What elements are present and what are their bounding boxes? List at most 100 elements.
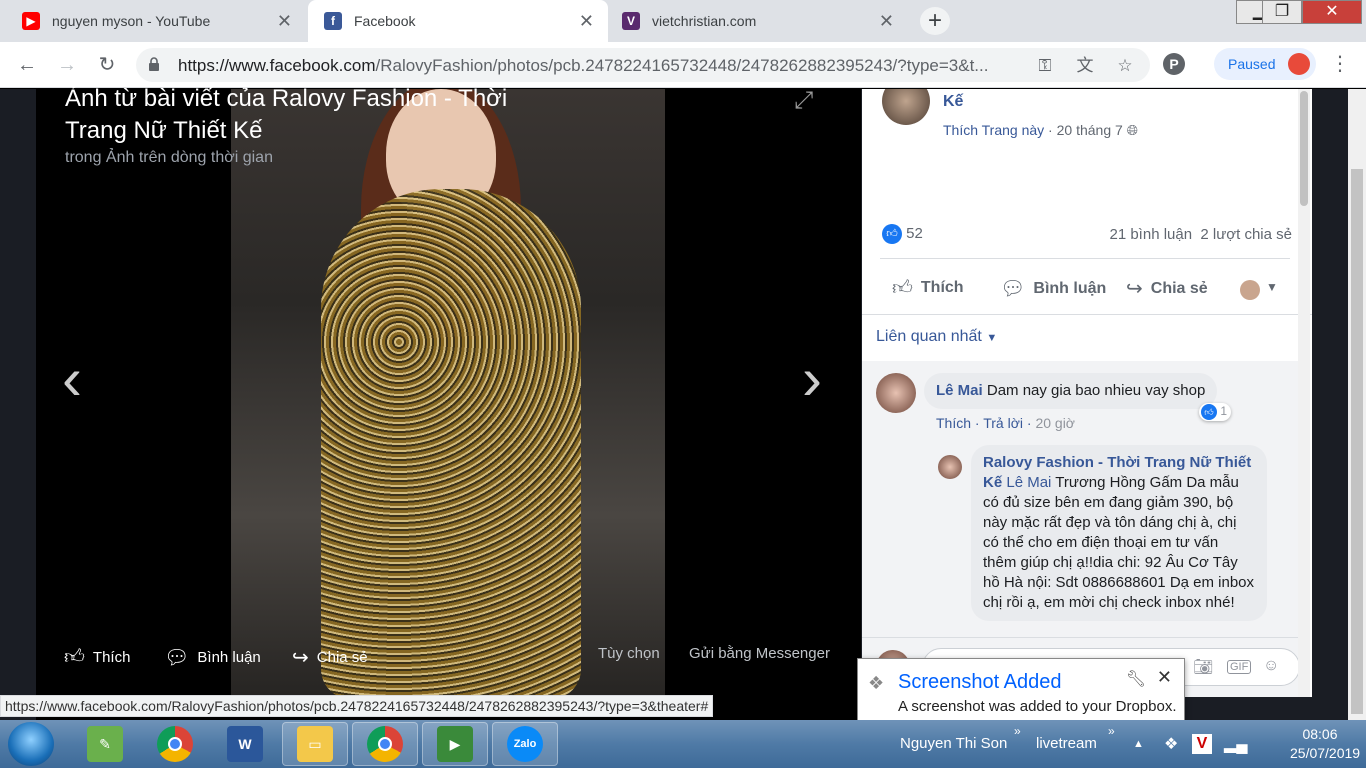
taskbar-app-chrome[interactable]: [142, 722, 208, 766]
facebook-icon: f: [324, 12, 342, 30]
page-avatar[interactable]: [882, 89, 930, 125]
photo-comment-button[interactable]: 💬︎ Bình luận: [164, 645, 261, 670]
key-icon[interactable]: ⚿: [1034, 55, 1056, 77]
label: Chia sẻ: [316, 649, 368, 666]
taskbar-app-chrome-active[interactable]: [352, 722, 418, 766]
camera-icon[interactable]: 📷︎: [1193, 657, 1213, 677]
photo-action-bar: 👍︎ Thích 💬︎ Bình luận ↪ Chia sẻ Tùy chọn Gử…: [36, 645, 861, 673]
photo-title: Ảnh từ bài viết của Ralovy Fashion - Thờ…: [65, 85, 508, 144]
share-count[interactable]: 2 lượt chia sẻ: [1200, 226, 1292, 243]
label: Chia sẻ: [1150, 279, 1208, 297]
expand-icon[interactable]: ⤢: [794, 87, 813, 115]
comment-meta: Thích · Trả lời · 20 giờ: [936, 415, 1075, 431]
tray-toolbar-user[interactable]: Nguyen Thi Son: [900, 735, 1007, 752]
comment-sort-dropdown[interactable]: Liên quan nhất ▼: [876, 328, 997, 346]
globe-icon: 🌐︎: [1126, 122, 1138, 138]
browser-toolbar: ← → ↻ https://www.facebook.com/RalovyFas…: [0, 42, 1366, 88]
scroll-thumb[interactable]: [1300, 91, 1308, 206]
scroll-thumb[interactable]: [1351, 169, 1363, 714]
signal-icon[interactable]: ▂▄: [1224, 734, 1248, 754]
comment-like-link[interactable]: Thích: [936, 415, 971, 431]
photo-share-button[interactable]: ↪ Chia sẻ: [292, 645, 368, 670]
panel-scrollbar[interactable]: [1298, 89, 1310, 697]
menu-icon[interactable]: ⋮: [1330, 54, 1350, 77]
tray-expand-icon[interactable]: ▲: [1133, 738, 1144, 750]
reply-tag[interactable]: Lê Mai: [1006, 474, 1051, 491]
bookmark-star-icon[interactable]: ☆: [1114, 55, 1136, 77]
comment-button[interactable]: 💬︎ Bình luận: [1000, 276, 1106, 301]
new-tab-button[interactable]: +: [920, 7, 950, 35]
clock-time: 08:06: [1302, 726, 1338, 742]
label: 1: [1220, 404, 1228, 419]
options-button[interactable]: Tùy chọn: [598, 645, 660, 662]
avatar[interactable]: [876, 373, 916, 413]
url-text: https://www.facebook.com/RalovyFashion/p…: [178, 56, 989, 75]
address-bar[interactable]: https://www.facebook.com/RalovyFashion/p…: [136, 48, 1150, 82]
reload-button[interactable]: ↻: [94, 52, 120, 78]
share-button[interactable]: ↪ Chia sẻ: [1126, 276, 1208, 301]
page-scrollbar[interactable]: [1348, 89, 1366, 720]
close-tab-icon[interactable]: ✕: [277, 12, 292, 30]
share-icon: ↪: [292, 647, 309, 669]
comment-count[interactable]: 21 bình luận: [1109, 226, 1192, 243]
thumbs-up-icon: 👍︎: [892, 277, 913, 299]
post-date[interactable]: 20 tháng 7: [1057, 122, 1123, 138]
page-content: Ảnh từ bài viết của Ralovy Fashion - Thờ…: [0, 85, 1366, 720]
chevron-right-icon[interactable]: »: [1108, 724, 1115, 738]
profile-button[interactable]: Paused: [1214, 48, 1316, 80]
avatar[interactable]: [1240, 280, 1260, 300]
clock-date: 25/07/2019: [1290, 745, 1361, 761]
like-page-link[interactable]: Thích Trang này: [943, 122, 1044, 138]
comment-reply-link[interactable]: Trả lời: [983, 415, 1023, 431]
dropbox-tray-icon[interactable]: ❖: [1164, 734, 1178, 754]
clock[interactable]: 08:06 25/07/2019: [1290, 725, 1361, 763]
translate-icon[interactable]: 文: [1074, 55, 1096, 77]
comment-author[interactable]: Lê Mai: [936, 382, 983, 399]
comment-time[interactable]: 20 giờ: [1035, 415, 1075, 431]
thumbs-up-icon: 👍︎: [64, 646, 85, 668]
chevron-down-icon[interactable]: ▼: [1266, 280, 1278, 294]
notification-title: Screenshot Added: [898, 671, 1062, 693]
taskbar-app-video[interactable]: ▶: [422, 722, 488, 766]
close-tab-icon[interactable]: ✕: [579, 12, 594, 30]
corel-icon: ✎: [87, 726, 123, 762]
tray-toolbar-item[interactable]: livetream: [1036, 735, 1097, 752]
taskbar-app-corel[interactable]: ✎: [72, 722, 138, 766]
taskbar-app-zalo[interactable]: Zalo: [492, 722, 558, 766]
dropbox-notification[interactable]: ❖ Screenshot Added A screenshot was adde…: [857, 658, 1185, 722]
product-photo[interactable]: [231, 89, 665, 699]
close-tab-icon[interactable]: ✕: [879, 12, 894, 30]
send-messenger-button[interactable]: Gửi bằng Messenger: [689, 645, 830, 662]
close-icon[interactable]: ✕: [1157, 667, 1172, 688]
back-button[interactable]: ←: [14, 52, 40, 78]
pinterest-icon[interactable]: P: [1163, 53, 1185, 75]
like-button[interactable]: 👍︎ Thích: [892, 276, 964, 300]
vivaldi-tray-icon[interactable]: V: [1192, 734, 1212, 754]
next-photo-icon[interactable]: ›: [802, 349, 822, 409]
taskbar: ✎ W ▭ ▶ Zalo Nguyen Thi Son » livetream …: [0, 720, 1366, 768]
reaction-count[interactable]: 52: [906, 225, 923, 242]
tab-youtube[interactable]: ▶ nguyen myson - YouTube ✕: [0, 0, 306, 42]
photo-subtitle[interactable]: trong Ảnh trên dòng thời gian: [65, 149, 273, 167]
chevron-right-icon[interactable]: »: [1014, 724, 1021, 738]
maximize-button[interactable]: ❐: [1262, 0, 1302, 24]
page-name[interactable]: Kế: [943, 93, 963, 111]
comment-like-count[interactable]: 👍︎ 1: [1199, 403, 1232, 421]
settings-icon[interactable]: 🔧︎: [1126, 669, 1146, 689]
taskbar-app-explorer[interactable]: ▭: [282, 722, 348, 766]
youtube-icon: ▶: [22, 12, 40, 30]
status-bar: https://www.facebook.com/RalovyFashion/p…: [0, 695, 714, 717]
close-window-button[interactable]: ✕: [1302, 0, 1362, 24]
tab-facebook[interactable]: f Facebook ✕: [308, 0, 608, 42]
previous-photo-icon[interactable]: ‹: [62, 349, 82, 409]
tab-vietchristian[interactable]: V vietchristian.com ✕: [608, 0, 908, 42]
forward-button[interactable]: →: [54, 52, 80, 78]
like-reaction-icon: 👍︎: [1201, 404, 1217, 420]
gif-icon[interactable]: GIF: [1227, 660, 1252, 674]
post-meta: Thích Trang này · 20 tháng 7 🌐︎: [943, 122, 1138, 138]
start-button[interactable]: [8, 722, 54, 766]
avatar[interactable]: [938, 455, 962, 479]
taskbar-app-word[interactable]: W: [212, 722, 278, 766]
sticker-icon[interactable]: ☺: [1263, 657, 1279, 675]
photo-like-button[interactable]: 👍︎ Thích: [64, 645, 130, 669]
